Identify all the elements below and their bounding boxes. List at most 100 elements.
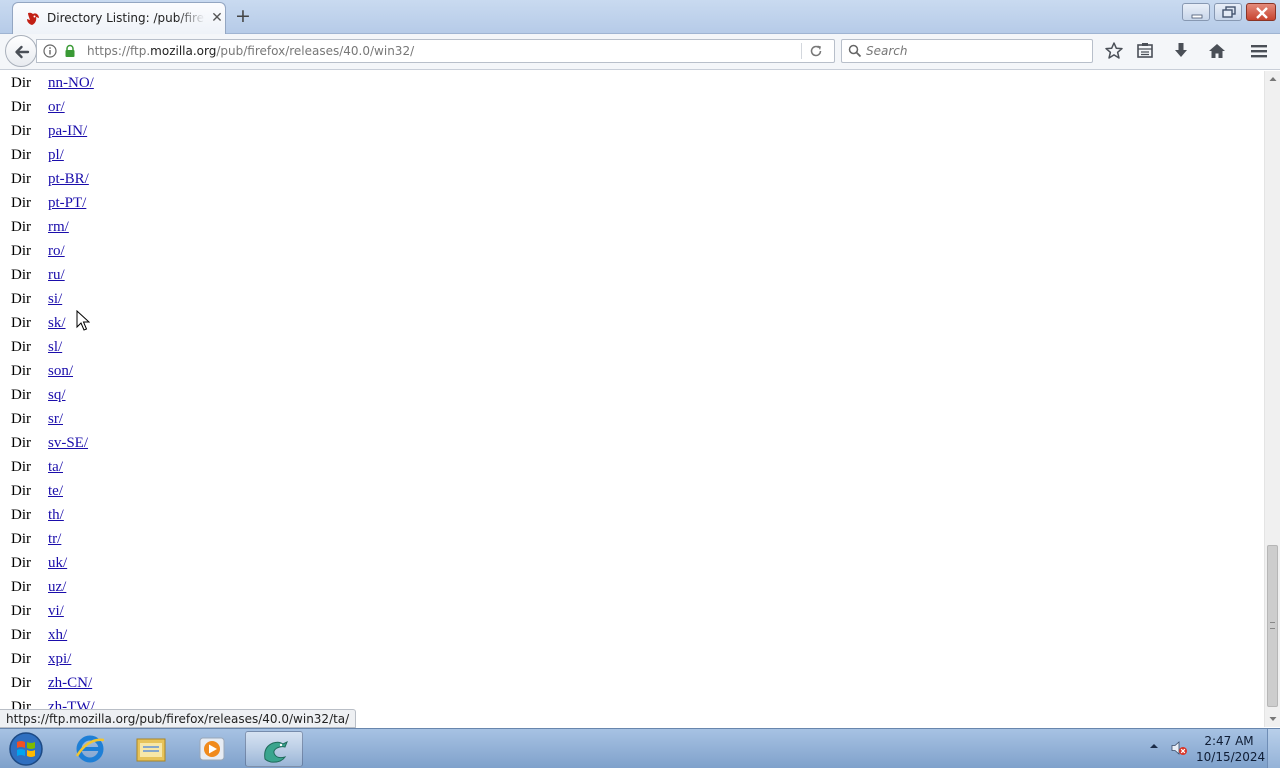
- scroll-down-arrow-icon[interactable]: [1265, 711, 1280, 727]
- directory-link[interactable]: th/: [48, 507, 64, 524]
- back-button[interactable]: [5, 35, 37, 67]
- hamburger-menu-icon[interactable]: [1249, 41, 1269, 61]
- directory-row: Dir te/: [0, 480, 400, 504]
- url-host: mozilla.org: [150, 44, 217, 58]
- taskbar-active-application[interactable]: [245, 731, 303, 767]
- directory-row: Dir zh-CN/: [0, 672, 400, 696]
- directory-row: Dir sq/: [0, 384, 400, 408]
- directory-link[interactable]: rm/: [48, 219, 69, 236]
- directory-link[interactable]: vi/: [48, 603, 64, 620]
- directory-link[interactable]: sq/: [48, 387, 66, 404]
- directory-row: Dir pl/: [0, 144, 400, 168]
- directory-row: Dir ru/: [0, 264, 400, 288]
- directory-row: Dir xpi/: [0, 648, 400, 672]
- search-input[interactable]: [866, 42, 1086, 60]
- entry-type-label: Dir: [11, 99, 31, 115]
- entry-type-label: Dir: [11, 267, 31, 283]
- show-desktop-button[interactable]: [1267, 729, 1280, 768]
- directory-row: Dir or/: [0, 96, 400, 120]
- navigation-toolbar: https://ftp.mozilla.org/pub/firefox/rele…: [0, 34, 1280, 70]
- taskbar-media-player[interactable]: [183, 731, 241, 767]
- url-text[interactable]: https://ftp.mozilla.org/pub/firefox/rele…: [87, 44, 414, 58]
- bookmarks-menu-icon[interactable]: [1135, 41, 1155, 61]
- bookmark-star-icon[interactable]: [1104, 41, 1124, 61]
- system-clock[interactable]: 2:47 AM 10/15/2024: [1196, 733, 1265, 765]
- entry-type-label: Dir: [11, 675, 31, 691]
- directory-link[interactable]: sl/: [48, 339, 62, 356]
- taskbar-file-explorer[interactable]: [122, 731, 180, 767]
- scrollbar-thumb[interactable]: [1267, 545, 1278, 707]
- close-window-button[interactable]: [1246, 3, 1276, 21]
- directory-row: Dir pt-BR/: [0, 168, 400, 192]
- taskbar-internet-explorer[interactable]: [61, 731, 119, 767]
- start-button[interactable]: [6, 730, 46, 768]
- url-bar[interactable]: https://ftp.mozilla.org/pub/firefox/rele…: [36, 39, 835, 63]
- directory-link[interactable]: or/: [48, 99, 65, 116]
- tab-directory-listing[interactable]: Directory Listing: /pub/firefox/releases…: [12, 2, 226, 35]
- media-player-icon: [199, 737, 225, 761]
- directory-link[interactable]: ru/: [48, 267, 65, 284]
- entry-type-label: Dir: [11, 531, 31, 547]
- directory-link[interactable]: uz/: [48, 579, 66, 596]
- directory-link[interactable]: sk/: [48, 315, 66, 332]
- home-icon[interactable]: [1207, 41, 1227, 61]
- entry-type-label: Dir: [11, 459, 31, 475]
- directory-row: Dir sl/: [0, 336, 400, 360]
- clock-time: 2:47 AM: [1204, 734, 1254, 748]
- directory-link[interactable]: zh-CN/: [48, 675, 92, 692]
- new-tab-button[interactable]: +: [233, 6, 253, 26]
- directory-row: Dir vi/: [0, 600, 400, 624]
- directory-row: Dir sr/: [0, 408, 400, 432]
- title-bar: Directory Listing: /pub/firefox/releases…: [0, 0, 1280, 35]
- directory-link[interactable]: ro/: [48, 243, 65, 260]
- directory-link[interactable]: sv-SE/: [48, 435, 88, 452]
- directory-link[interactable]: pt-PT/: [48, 195, 86, 212]
- search-bar[interactable]: [841, 39, 1093, 63]
- minimize-button[interactable]: [1182, 3, 1210, 21]
- directory-link[interactable]: pa-IN/: [48, 123, 87, 140]
- directory-link[interactable]: nn-NO/: [48, 75, 94, 92]
- directory-link[interactable]: tr/: [48, 531, 61, 548]
- scroll-up-arrow-icon[interactable]: [1265, 71, 1280, 87]
- directory-link[interactable]: si/: [48, 291, 62, 308]
- directory-link[interactable]: son/: [48, 363, 73, 380]
- entry-type-label: Dir: [11, 147, 31, 163]
- entry-type-label: Dir: [11, 339, 31, 355]
- tab-close-icon[interactable]: ✕: [210, 10, 224, 26]
- directory-row: Dir tr/: [0, 528, 400, 552]
- directory-link[interactable]: te/: [48, 483, 63, 500]
- info-icon[interactable]: [43, 44, 57, 58]
- directory-row: Dir pa-IN/: [0, 120, 400, 144]
- directory-row: Dir pt-PT/: [0, 192, 400, 216]
- status-link-preview: https://ftp.mozilla.org/pub/firefox/rele…: [0, 709, 357, 728]
- restore-button[interactable]: [1214, 3, 1242, 21]
- directory-row: Dir th/: [0, 504, 400, 528]
- directory-link[interactable]: pt-BR/: [48, 171, 89, 188]
- entry-type-label: Dir: [11, 555, 31, 571]
- entry-type-label: Dir: [11, 291, 31, 307]
- back-arrow-icon: [15, 45, 30, 59]
- directory-row: Dir ro/: [0, 240, 400, 264]
- directory-link[interactable]: pl/: [48, 147, 64, 164]
- entry-type-label: Dir: [11, 243, 31, 259]
- scrollbar-grip-icon: [1270, 622, 1275, 629]
- directory-link[interactable]: sr/: [48, 411, 63, 428]
- directory-link[interactable]: xh/: [48, 627, 67, 644]
- reload-icon[interactable]: [809, 44, 823, 58]
- lock-icon[interactable]: [63, 44, 77, 58]
- folder-icon: [136, 738, 166, 762]
- volume-muted-icon[interactable]: [1170, 739, 1188, 757]
- entry-type-label: Dir: [11, 75, 31, 91]
- directory-link[interactable]: uk/: [48, 555, 67, 572]
- entry-type-label: Dir: [11, 651, 31, 667]
- entry-type-label: Dir: [11, 123, 31, 139]
- vertical-scrollbar[interactable]: [1264, 71, 1280, 727]
- directory-row: Dir uk/: [0, 552, 400, 576]
- url-prefix: https://ftp.: [87, 44, 151, 58]
- directory-link[interactable]: xpi/: [48, 651, 71, 668]
- tab-title: Directory Listing: /pub/firefox/releases…: [47, 11, 205, 25]
- show-hidden-icons-icon[interactable]: [1149, 741, 1159, 751]
- directory-link[interactable]: ta/: [48, 459, 63, 476]
- directory-row: Dir son/: [0, 360, 400, 384]
- download-icon[interactable]: [1171, 41, 1191, 61]
